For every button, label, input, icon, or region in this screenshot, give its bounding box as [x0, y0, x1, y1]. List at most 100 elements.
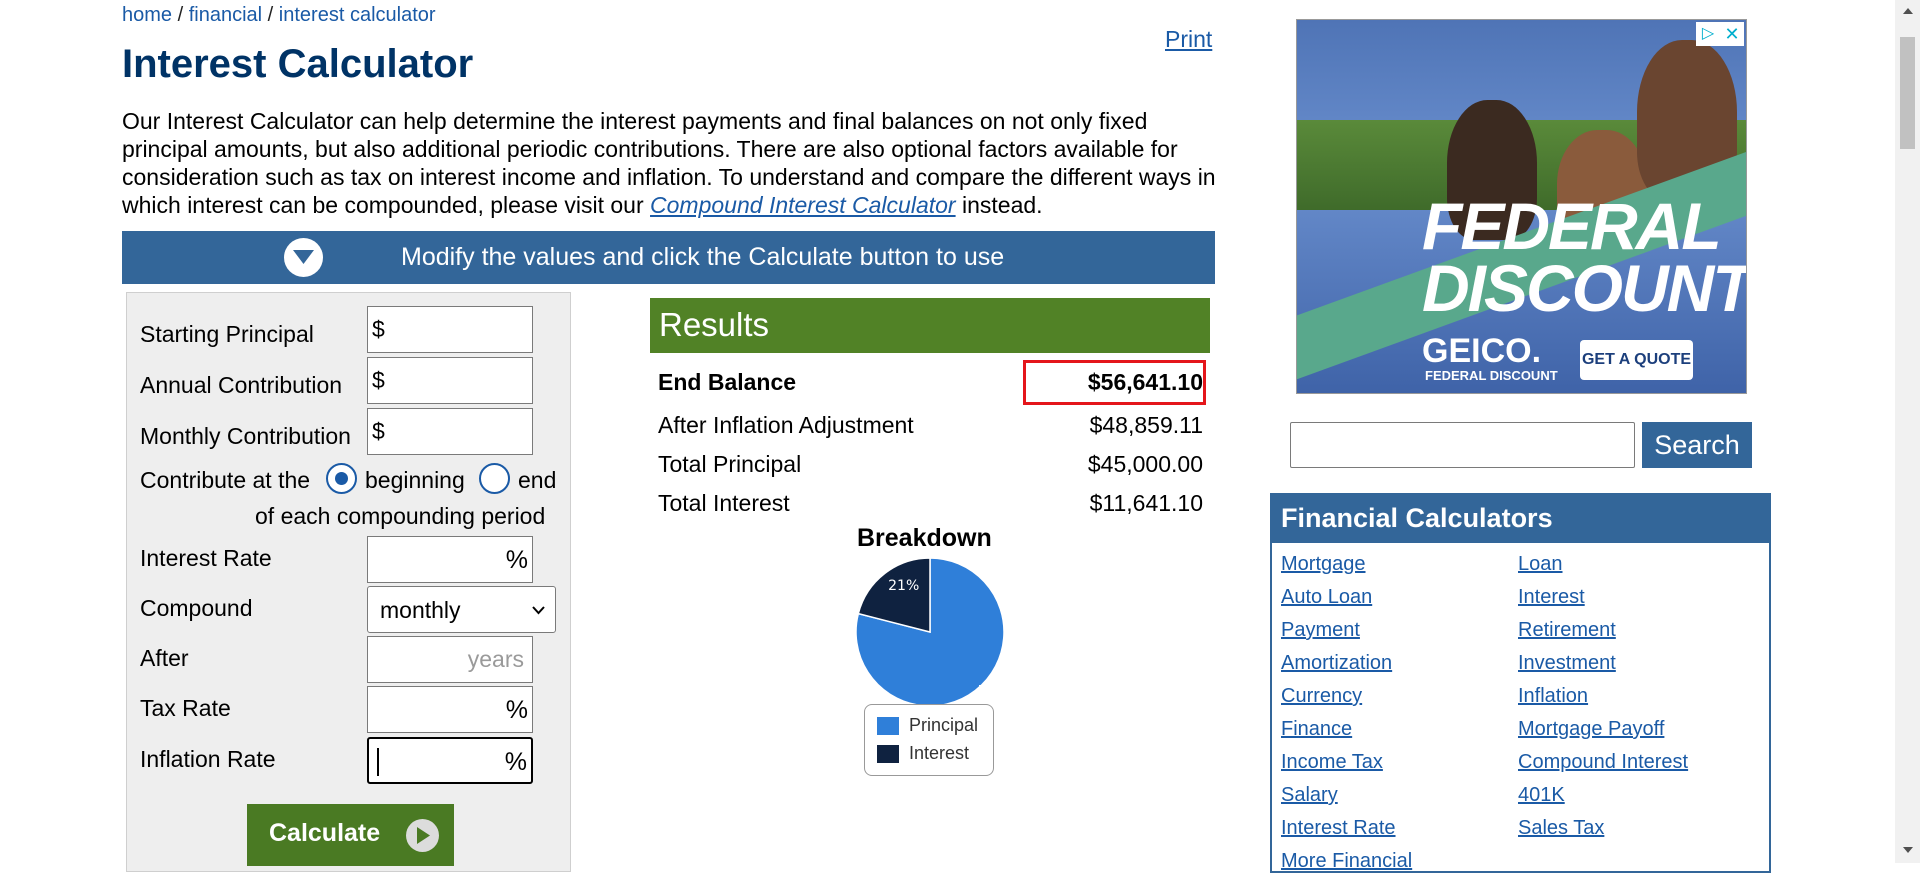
- tax-rate-label: Tax Rate: [140, 695, 231, 721]
- after-years-input[interactable]: years: [367, 636, 533, 683]
- banner-text: Modify the values and click the Calculat…: [401, 243, 1005, 271]
- page-scrollbar[interactable]: [1895, 0, 1920, 863]
- chart-legend: Principal Interest: [864, 704, 994, 776]
- link-sales-tax[interactable]: Sales Tax: [1518, 817, 1604, 840]
- calculator-form: Starting Principal $ Annual Contribution…: [126, 292, 571, 872]
- chart-title: Breakdown: [857, 524, 992, 552]
- scroll-down-arrow-icon[interactable]: [1903, 847, 1913, 853]
- link-retirement[interactable]: Retirement: [1518, 619, 1616, 642]
- compounding-period-text: of each compounding period: [255, 503, 546, 529]
- link-more-financial[interactable]: More Financial: [1281, 850, 1412, 873]
- scrollbar-thumb[interactable]: [1900, 37, 1915, 149]
- intro-text-end: instead.: [955, 192, 1043, 218]
- monthly-contribution-input[interactable]: $: [367, 408, 533, 455]
- breadcrumb: home / financial / interest calculator: [122, 4, 436, 27]
- breadcrumb-current[interactable]: interest calculator: [279, 4, 436, 26]
- legend-swatch-principal: [877, 717, 899, 735]
- search-input[interactable]: [1290, 422, 1635, 468]
- contribute-at-label: Contribute at the: [140, 467, 311, 493]
- currency-prefix: $: [372, 367, 385, 393]
- link-salary[interactable]: Salary: [1281, 784, 1338, 807]
- currency-prefix: $: [372, 418, 385, 444]
- contribute-beginning-radio[interactable]: [326, 463, 357, 494]
- chevron-down-circle-icon[interactable]: [284, 238, 323, 277]
- percent-suffix: %: [505, 546, 528, 574]
- link-auto-loan[interactable]: Auto Loan: [1281, 586, 1372, 609]
- after-inflation-value: $48,859.11: [1089, 412, 1203, 438]
- legend-label-principal: Principal: [909, 715, 979, 735]
- print-link[interactable]: Print: [1165, 26, 1212, 53]
- link-income-tax[interactable]: Income Tax: [1281, 751, 1383, 774]
- link-inflation[interactable]: Inflation: [1518, 685, 1588, 708]
- interest-rate-label: Interest Rate: [140, 545, 272, 571]
- link-investment[interactable]: Investment: [1518, 652, 1616, 675]
- page-title: Interest Calculator: [122, 42, 474, 86]
- interest-rate-input[interactable]: %: [367, 536, 533, 583]
- close-icon[interactable]: ✕: [1720, 22, 1744, 46]
- link-amortization[interactable]: Amortization: [1281, 652, 1392, 675]
- breadcrumb-home[interactable]: home: [122, 4, 172, 26]
- contribute-beginning-label[interactable]: beginning: [365, 467, 465, 494]
- link-mortgage-payoff[interactable]: Mortgage Payoff: [1518, 718, 1664, 741]
- breadcrumb-financial[interactable]: financial: [189, 4, 262, 26]
- compound-label: Compound: [140, 595, 253, 621]
- percent-suffix: %: [505, 696, 528, 724]
- chevron-down-icon: [532, 606, 545, 615]
- instruction-banner[interactable]: Modify the values and click the Calculat…: [122, 231, 1215, 284]
- total-interest-value: $11,641.10: [1089, 490, 1203, 516]
- scroll-up-arrow-icon[interactable]: [1903, 8, 1913, 14]
- pie-label-interest: 21%: [888, 578, 919, 594]
- text-cursor: [377, 748, 379, 776]
- compound-selected-value: monthly: [380, 597, 461, 623]
- ad-info-icon[interactable]: ▷: [1696, 22, 1720, 46]
- ad-subtitle: FEDERAL DISCOUNT: [1425, 368, 1558, 383]
- legend-label-interest: Interest: [909, 743, 970, 763]
- breakdown-pie-chart: 79% 21%: [855, 557, 1005, 707]
- contribute-end-radio[interactable]: [479, 463, 510, 494]
- legend-swatch-interest: [877, 745, 899, 763]
- link-loan[interactable]: Loan: [1518, 553, 1563, 576]
- calculate-label: Calculate: [269, 819, 381, 847]
- annual-contribution-input[interactable]: $: [367, 357, 533, 404]
- link-compound-interest[interactable]: Compound Interest: [1518, 751, 1688, 774]
- total-principal-label: Total Principal: [658, 451, 802, 477]
- link-payment[interactable]: Payment: [1281, 619, 1360, 642]
- starting-principal-input[interactable]: $: [367, 306, 533, 353]
- link-interest[interactable]: Interest: [1518, 586, 1585, 609]
- inflation-rate-label: Inflation Rate: [140, 746, 276, 772]
- total-interest-label: Total Interest: [658, 490, 790, 516]
- total-principal-value: $45,000.00: [1087, 451, 1203, 477]
- monthly-contribution-label: Monthly Contribution: [140, 423, 351, 449]
- currency-prefix: $: [372, 316, 385, 342]
- compound-select[interactable]: monthly: [367, 586, 556, 633]
- annual-contribution-label: Annual Contribution: [140, 372, 343, 398]
- geico-logo: GEICO.: [1422, 332, 1542, 370]
- after-inflation-label: After Inflation Adjustment: [658, 412, 914, 438]
- ad-headline: DISCOUNT: [1422, 251, 1747, 325]
- after-label: After: [140, 645, 189, 671]
- link-mortgage[interactable]: Mortgage: [1281, 553, 1366, 576]
- percent-suffix: %: [504, 748, 527, 776]
- calculate-button[interactable]: Calculate: [247, 804, 454, 866]
- link-currency[interactable]: Currency: [1281, 685, 1362, 708]
- play-arrow-icon: [406, 819, 439, 852]
- link-401k[interactable]: 401K: [1518, 784, 1565, 807]
- years-placeholder: years: [467, 646, 524, 672]
- financial-calculators-header: Financial Calculators: [1272, 495, 1769, 543]
- end-balance-value: $56,641.10: [1087, 369, 1203, 395]
- link-interest-rate[interactable]: Interest Rate: [1281, 817, 1396, 840]
- tax-rate-input[interactable]: %: [367, 686, 533, 733]
- pie-label-principal: 79%: [978, 684, 1005, 700]
- compound-interest-calculator-link[interactable]: Compound Interest Calculator: [650, 192, 956, 218]
- financial-calculators-title: Financial Calculators: [1281, 503, 1553, 533]
- link-finance[interactable]: Finance: [1281, 718, 1352, 741]
- inflation-rate-input[interactable]: %: [367, 737, 533, 784]
- starting-principal-label: Starting Principal: [140, 321, 314, 347]
- end-balance-label: End Balance: [658, 369, 797, 395]
- breadcrumb-separator: /: [267, 4, 274, 26]
- search-button[interactable]: Search: [1642, 422, 1752, 468]
- get-a-quote-button[interactable]: GET A QUOTE: [1580, 340, 1693, 380]
- intro-paragraph: Our Interest Calculator can help determi…: [122, 107, 1217, 219]
- contribute-end-label[interactable]: end: [518, 467, 556, 494]
- advertisement[interactable]: FEDERAL DISCOUNT GEICO. FEDERAL DISCOUNT…: [1296, 19, 1747, 394]
